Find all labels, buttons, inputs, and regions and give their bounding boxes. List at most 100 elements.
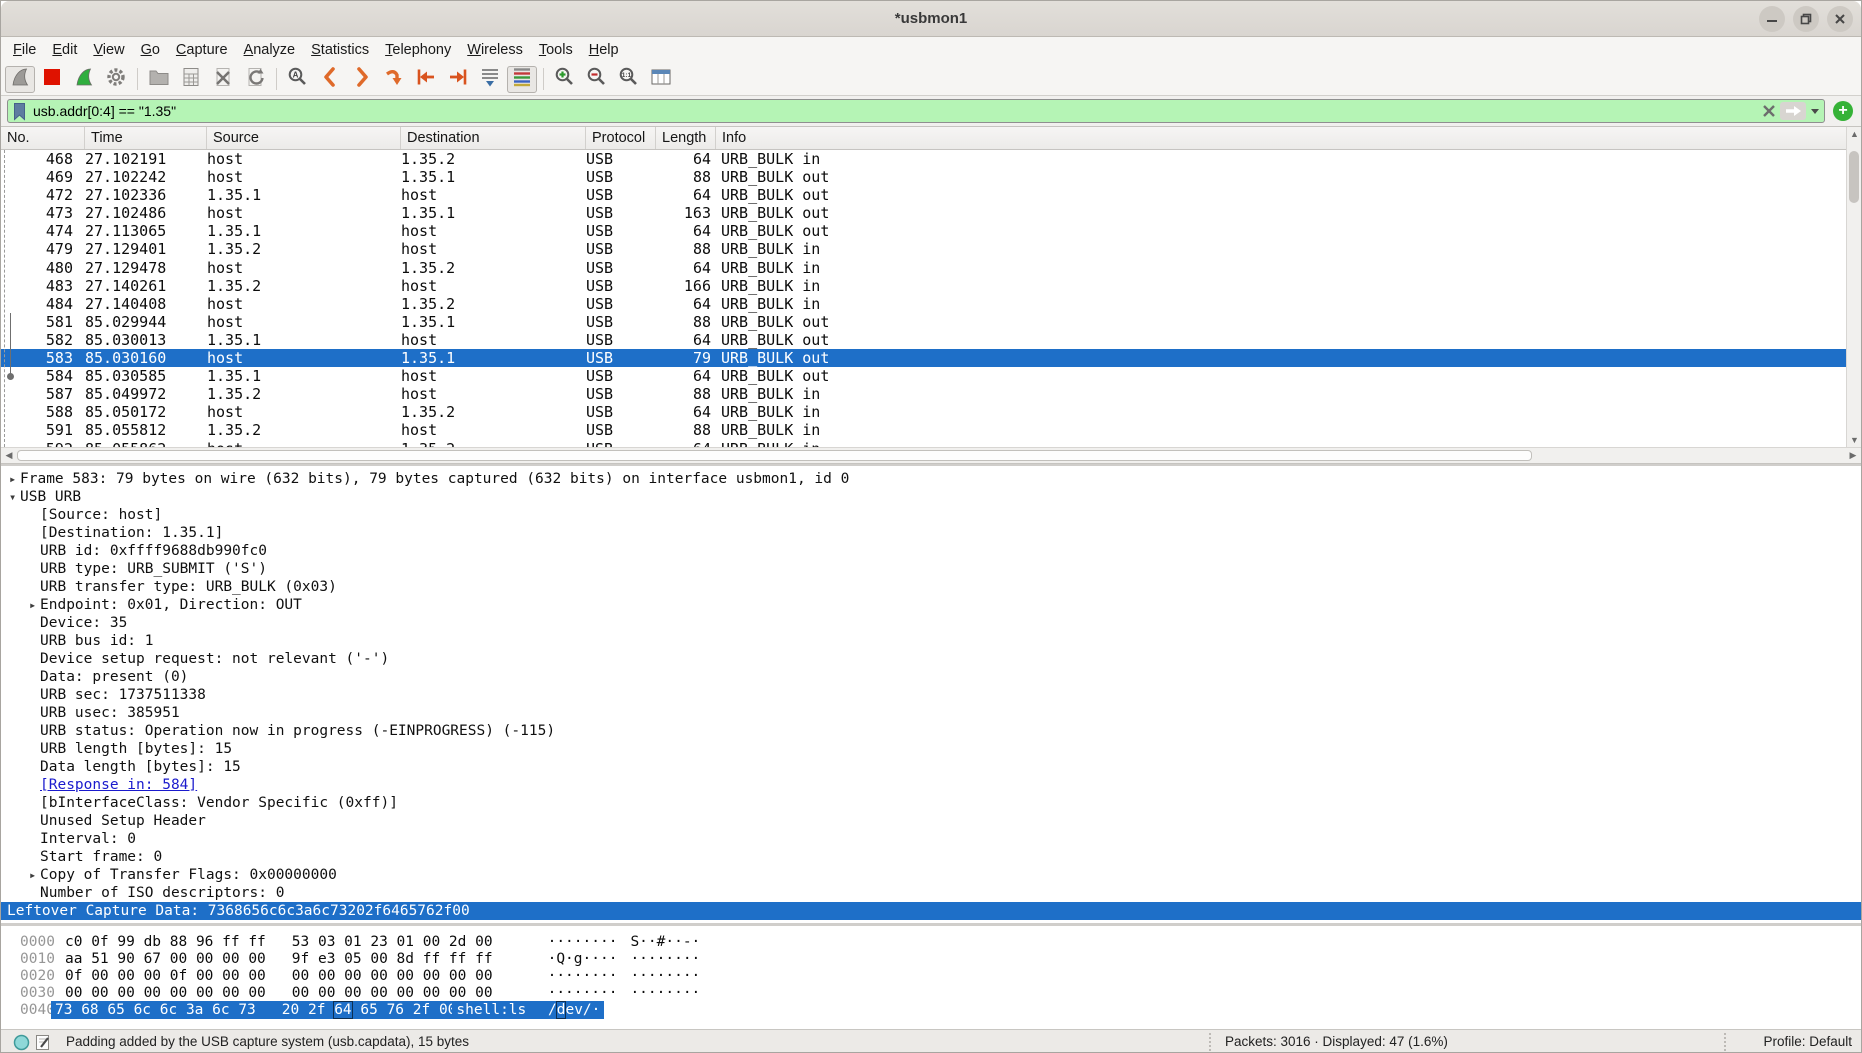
minimize-button[interactable] [1759, 6, 1785, 32]
horizontal-scroll-thumb[interactable] [17, 450, 1532, 461]
expander-closed-icon[interactable]: ▸ [1, 470, 20, 488]
packet-list-vertical-scrollbar[interactable]: ▲ ▼ [1846, 127, 1861, 447]
detail-line-selected[interactable]: Leftover Capture Data: 7368656c6c3a6c732… [1, 902, 1861, 920]
packet-row[interactable]: 46927.102242host1.35.1USB88URB_BULK out [1, 168, 1848, 186]
menu-capture[interactable]: Capture [168, 39, 236, 61]
column-header-no[interactable]: No. [1, 127, 85, 149]
ascii-bytes[interactable]: shell:ls /dev/· [452, 1001, 604, 1019]
detail-line[interactable]: Device setup request: not relevant ('-') [1, 650, 1861, 668]
packet-row[interactable]: 58185.029944host1.35.1USB88URB_BULK out [1, 313, 1848, 331]
detail-line[interactable]: Data length [bytes]: 15 [1, 758, 1861, 776]
scroll-down-arrow[interactable]: ▼ [1847, 433, 1862, 447]
detail-line[interactable]: [Response in: 584] [1, 776, 1861, 794]
menu-go[interactable]: Go [133, 39, 168, 61]
restore-button[interactable] [1793, 6, 1819, 32]
detail-line[interactable]: URB bus id: 1 [1, 632, 1861, 650]
detail-line[interactable]: ▸Copy of Transfer Flags: 0x00000000 [1, 866, 1861, 884]
column-header-info[interactable]: Info [716, 127, 1848, 149]
menu-view[interactable]: View [85, 39, 132, 61]
scroll-left-arrow[interactable]: ◀ [1, 448, 17, 463]
zoom-out-button[interactable] [582, 66, 612, 93]
detail-line[interactable]: Interval: 0 [1, 830, 1861, 848]
scroll-right-arrow[interactable]: ▶ [1845, 448, 1861, 463]
previous-packet-button[interactable] [315, 66, 345, 93]
detail-line[interactable]: Start frame: 0 [1, 848, 1861, 866]
packet-row[interactable]: 47327.102486host1.35.1USB163URB_BULK out [1, 204, 1848, 222]
vertical-scroll-thumb[interactable] [1849, 151, 1859, 203]
detail-line[interactable]: Device: 35 [1, 614, 1861, 632]
bookmark-icon[interactable] [12, 102, 27, 121]
profile-label[interactable]: Profile: Default [1763, 1034, 1852, 1049]
menu-file[interactable]: File [5, 39, 44, 61]
ascii-bytes[interactable]: ········S··#··-· [548, 934, 701, 950]
detail-line[interactable]: Number of ISO descriptors: 0 [1, 884, 1861, 902]
detail-line[interactable]: URB type: URB_SUBMIT ('S') [1, 560, 1861, 578]
resize-columns-button[interactable] [646, 66, 676, 93]
expander-closed-icon[interactable]: ▸ [21, 596, 40, 614]
detail-line[interactable]: [Source: host] [1, 506, 1861, 524]
close-file-button[interactable] [208, 66, 238, 93]
packet-list-horizontal-scrollbar[interactable]: ◀ ▶ [1, 447, 1861, 464]
ascii-bytes[interactable]: ················ [548, 985, 701, 1001]
detail-line[interactable]: [bInterfaceClass: Vendor Specific (0xff)… [1, 794, 1861, 812]
detail-line[interactable]: URB usec: 385951 [1, 704, 1861, 722]
detail-line[interactable]: ▸Frame 583: 79 bytes on wire (632 bits),… [1, 470, 1861, 488]
column-header-time[interactable]: Time [85, 127, 207, 149]
packet-row[interactable]: 48027.129478host1.35.2USB64URB_BULK in [1, 259, 1848, 277]
packet-row[interactable]: 48327.1402611.35.2hostUSB166URB_BULK in [1, 277, 1848, 295]
menu-help[interactable]: Help [581, 39, 627, 61]
open-file-button[interactable] [144, 66, 174, 93]
packet-row-selected[interactable]: 58385.030160host1.35.1USB79URB_BULK out [1, 349, 1848, 367]
auto-scroll-button[interactable] [475, 66, 505, 93]
colorize-packets-button[interactable] [507, 66, 537, 93]
packet-row[interactable]: 46827.102191host1.35.2USB64URB_BULK in [1, 150, 1848, 168]
apply-filter-button[interactable] [1780, 102, 1806, 120]
packet-row[interactable]: 58285.0300131.35.1hostUSB64URB_BULK out [1, 331, 1848, 349]
last-packet-button[interactable] [443, 66, 473, 93]
detail-line[interactable]: URB transfer type: URB_BULK (0x03) [1, 578, 1861, 596]
scroll-up-arrow[interactable]: ▲ [1847, 127, 1862, 141]
reload-file-button[interactable] [240, 66, 270, 93]
detail-line[interactable]: URB sec: 1737511338 [1, 686, 1861, 704]
first-packet-button[interactable] [411, 66, 441, 93]
packet-row[interactable]: 47427.1130651.35.1hostUSB64URB_BULK out [1, 222, 1848, 240]
packet-row[interactable]: 58785.0499721.35.2hostUSB88URB_BULK in [1, 385, 1848, 403]
packet-row[interactable]: 47227.1023361.35.1hostUSB64URB_BULK out [1, 186, 1848, 204]
ascii-bytes[interactable]: ················ [548, 968, 701, 984]
close-button[interactable] [1827, 6, 1853, 32]
capture-comment-icon[interactable] [35, 1034, 51, 1051]
start-capture-button[interactable] [5, 66, 35, 93]
detail-line[interactable]: URB length [bytes]: 15 [1, 740, 1861, 758]
hex-row[interactable]: 00200f 00 00 00 0f 00 00 0000 00 00 00 0… [20, 968, 1861, 985]
menu-telephony[interactable]: Telephony [377, 39, 459, 61]
restart-capture-button[interactable] [69, 66, 99, 93]
detail-line[interactable]: Unused Setup Header [1, 812, 1861, 830]
detail-line[interactable]: ▸Endpoint: 0x01, Direction: OUT [1, 596, 1861, 614]
detail-line[interactable]: URB id: 0xffff9688db990fc0 [1, 542, 1861, 560]
menu-tools[interactable]: Tools [531, 39, 581, 61]
packet-row[interactable]: 59285.055862host1.35.2USB64URB_BULK in [1, 440, 1848, 448]
packet-row[interactable]: 58485.0305851.35.1hostUSB64URB_BULK out [1, 367, 1848, 385]
display-filter-input[interactable]: usb.addr[0:4] == "1.35" [7, 99, 1825, 123]
clear-filter-button[interactable] [1762, 104, 1776, 118]
next-packet-button[interactable] [347, 66, 377, 93]
hex-bytes[interactable]: 00 00 00 00 00 00 00 0000 00 00 00 00 00… [65, 985, 493, 1001]
ascii-bytes[interactable]: ·Q·g············ [548, 951, 701, 967]
menu-statistics[interactable]: Statistics [303, 39, 377, 61]
expander-closed-icon[interactable]: ▸ [21, 866, 40, 884]
detail-line[interactable]: Data: present (0) [1, 668, 1861, 686]
hex-bytes[interactable]: 0f 00 00 00 0f 00 00 0000 00 00 00 00 00… [65, 968, 493, 984]
save-file-button[interactable] [176, 66, 206, 93]
hex-row[interactable]: 003000 00 00 00 00 00 00 0000 00 00 00 0… [20, 985, 1861, 1002]
hex-row[interactable]: 0010aa 51 90 67 00 00 00 009f e3 05 00 8… [20, 951, 1861, 968]
menu-wireless[interactable]: Wireless [459, 39, 531, 61]
packet-row[interactable]: 47927.1294011.35.2hostUSB88URB_BULK in [1, 240, 1848, 258]
hex-row[interactable]: 0000c0 0f 99 db 88 96 ff ff53 03 01 23 0… [20, 934, 1861, 951]
stop-capture-button[interactable] [37, 66, 67, 93]
add-filter-button[interactable]: + [1833, 101, 1853, 121]
hex-row-selected[interactable]: 004073 68 65 6c 6c 3a 6c 7320 2f 64 65 7… [20, 1002, 1861, 1019]
filter-expression-text[interactable]: usb.addr[0:4] == "1.35" [27, 103, 1758, 119]
detail-line[interactable]: [Destination: 1.35.1] [1, 524, 1861, 542]
column-header-length[interactable]: Length [656, 127, 716, 149]
column-header-source[interactable]: Source [207, 127, 401, 149]
